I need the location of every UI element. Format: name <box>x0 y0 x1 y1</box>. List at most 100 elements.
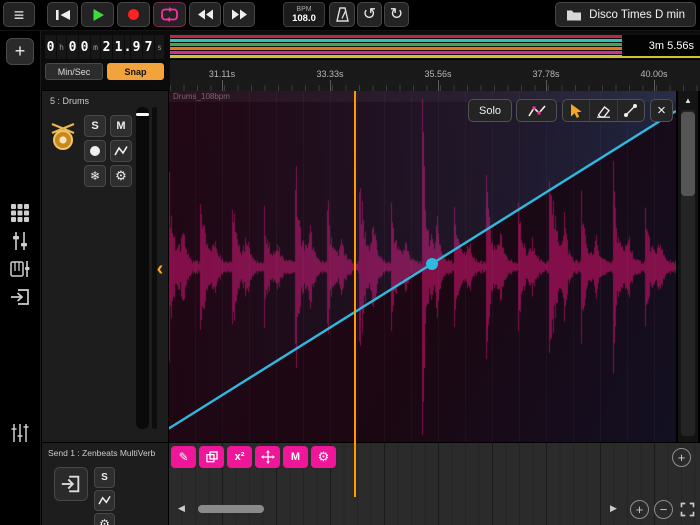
bpm-display[interactable]: BPM 108.0 <box>283 2 325 27</box>
freeze-button[interactable]: ❄ <box>84 165 106 187</box>
metronome-button[interactable] <box>329 2 355 27</box>
eraser-tool-button[interactable] <box>589 100 616 121</box>
zoom-out-button[interactable]: − <box>654 500 673 519</box>
duplicate-tool-button[interactable] <box>199 446 224 468</box>
zenbeats-app: ≡ BPM 108.0 ↺ ↻ Disco Times D min + 0 h … <box>0 0 700 525</box>
drum-kit-icon <box>51 122 75 150</box>
sidebar-item-mixer[interactable] <box>9 230 31 252</box>
ruler-label: 40.00s <box>640 69 668 79</box>
sidebar-item-export[interactable] <box>9 286 31 308</box>
undo-button[interactable]: ↺ <box>357 2 382 27</box>
menu-button[interactable]: ≡ <box>3 2 35 27</box>
draw-tool-button[interactable]: ✎ <box>171 446 196 468</box>
tool-group <box>562 99 645 122</box>
metronome-icon <box>335 7 349 22</box>
sliders-icon <box>13 232 27 250</box>
fullscreen-button[interactable] <box>678 500 697 519</box>
plus-icon: + <box>635 502 644 517</box>
time-digit: 0 <box>67 35 78 59</box>
automation-edit-lane[interactable]: ✎ x² M ⚙ + ◀ ▶ + − <box>168 442 700 525</box>
time-format-label: Min/Sec <box>57 66 91 77</box>
exponent-tool-button[interactable]: x² <box>227 446 252 468</box>
vertical-scrollbar-thumb[interactable] <box>681 112 695 196</box>
fast-forward-button[interactable] <box>223 2 255 27</box>
undo-icon: ↺ <box>362 5 377 23</box>
send-header-panel: Send 1 : Zenbeats MultiVerb S ⚙ <box>42 442 169 525</box>
mute-label: M <box>290 451 301 463</box>
sidebar-item-mixer-faders[interactable] <box>9 422 31 444</box>
send-solo-button[interactable]: S <box>94 467 115 488</box>
time-display[interactable]: 0h00m21.97s <box>45 35 164 59</box>
zoom-in-vertical-button[interactable]: + <box>672 448 691 467</box>
send-icon-button[interactable] <box>54 467 88 501</box>
song-overview-minimap[interactable]: 3m 5.56s <box>170 33 700 59</box>
ruler-label: 35.56s <box>424 69 452 79</box>
automation-curve-icon <box>98 495 111 505</box>
solo-button[interactable]: Solo <box>468 99 512 122</box>
track-mute-button[interactable]: M <box>110 115 132 137</box>
loop-button[interactable] <box>153 2 186 27</box>
ruler-tick <box>546 80 547 91</box>
record-button[interactable] <box>117 2 150 27</box>
pad-grid-icon <box>11 204 29 222</box>
skip-to-start-button[interactable] <box>47 2 78 27</box>
time-digit: 0 <box>79 35 90 59</box>
automation-curve-icon <box>527 104 546 116</box>
mute-tool-button[interactable]: M <box>283 446 308 468</box>
time-digit: 0 <box>45 35 56 59</box>
settings-tool-button[interactable]: ⚙ <box>311 446 336 468</box>
fast-forward-icon <box>231 9 247 20</box>
sidebar-item-pads[interactable] <box>9 202 31 224</box>
close-editor-button[interactable]: × <box>650 99 673 122</box>
minus-icon: − <box>659 502 668 517</box>
scroll-right-button[interactable]: ▶ <box>610 503 617 514</box>
volume-fader-track[interactable] <box>136 107 149 429</box>
rewind-button[interactable] <box>189 2 221 27</box>
playhead[interactable] <box>354 59 356 497</box>
pointer-icon <box>571 103 582 118</box>
song-end-time: 3m 5.56s <box>622 35 700 56</box>
track-automation-button[interactable] <box>110 140 132 162</box>
horizontal-scrollbar-thumb[interactable] <box>198 505 264 513</box>
automation-lane <box>168 91 676 431</box>
line-tool-icon <box>624 104 638 117</box>
overview-track-stripe <box>170 39 700 42</box>
play-button[interactable] <box>81 2 114 27</box>
automation-curve-icon <box>114 146 128 156</box>
plus-icon: + <box>14 41 26 61</box>
time-format-button[interactable]: Min/Sec <box>45 63 103 80</box>
track-settings-button[interactable]: ⚙ <box>110 165 132 187</box>
move-icon <box>260 450 275 464</box>
track-solo-button[interactable]: S <box>84 115 106 137</box>
scroll-up-button[interactable]: ▲ <box>678 93 698 107</box>
add-track-button[interactable]: + <box>6 38 34 65</box>
scroll-left-button[interactable]: ◀ <box>178 503 185 514</box>
send-automation-button[interactable] <box>94 490 115 511</box>
arrangement-editor[interactable]: Drums_108bpm Solo <box>168 90 676 443</box>
track-icon-button[interactable] <box>47 119 79 151</box>
plus-icon: + <box>677 450 686 465</box>
ruler-tick <box>654 80 655 91</box>
record-arm-button[interactable] <box>84 140 106 162</box>
automation-display-button[interactable] <box>516 99 557 122</box>
pointer-tool-button[interactable] <box>563 100 589 121</box>
chevron-left-icon: ‹ <box>156 257 164 280</box>
automation-point[interactable] <box>426 258 438 270</box>
redo-button[interactable]: ↻ <box>384 2 409 27</box>
eraser-icon <box>596 105 610 118</box>
snap-button[interactable]: Snap <box>107 63 164 80</box>
overview-track-stripe <box>170 47 700 50</box>
sidebar-item-instruments[interactable] <box>9 258 31 280</box>
snap-label: Snap <box>124 66 147 77</box>
timeline-ruler[interactable]: 31.11s 33.33s 35.56s 37.78s 40.00s <box>170 59 700 91</box>
zoom-in-button[interactable]: + <box>630 500 649 519</box>
volume-fader-handle[interactable] <box>136 113 149 116</box>
time-digit: 1 <box>113 35 124 59</box>
project-menu-button[interactable]: Disco Times D min <box>555 2 696 27</box>
vertical-scrollbar[interactable]: ▲ <box>678 90 698 442</box>
collapse-panel-button[interactable]: ‹ <box>152 257 168 281</box>
line-tool-button[interactable] <box>616 100 644 121</box>
send-settings-button[interactable]: ⚙ <box>94 513 115 525</box>
folder-icon <box>567 10 582 20</box>
move-tool-button[interactable] <box>255 446 280 468</box>
